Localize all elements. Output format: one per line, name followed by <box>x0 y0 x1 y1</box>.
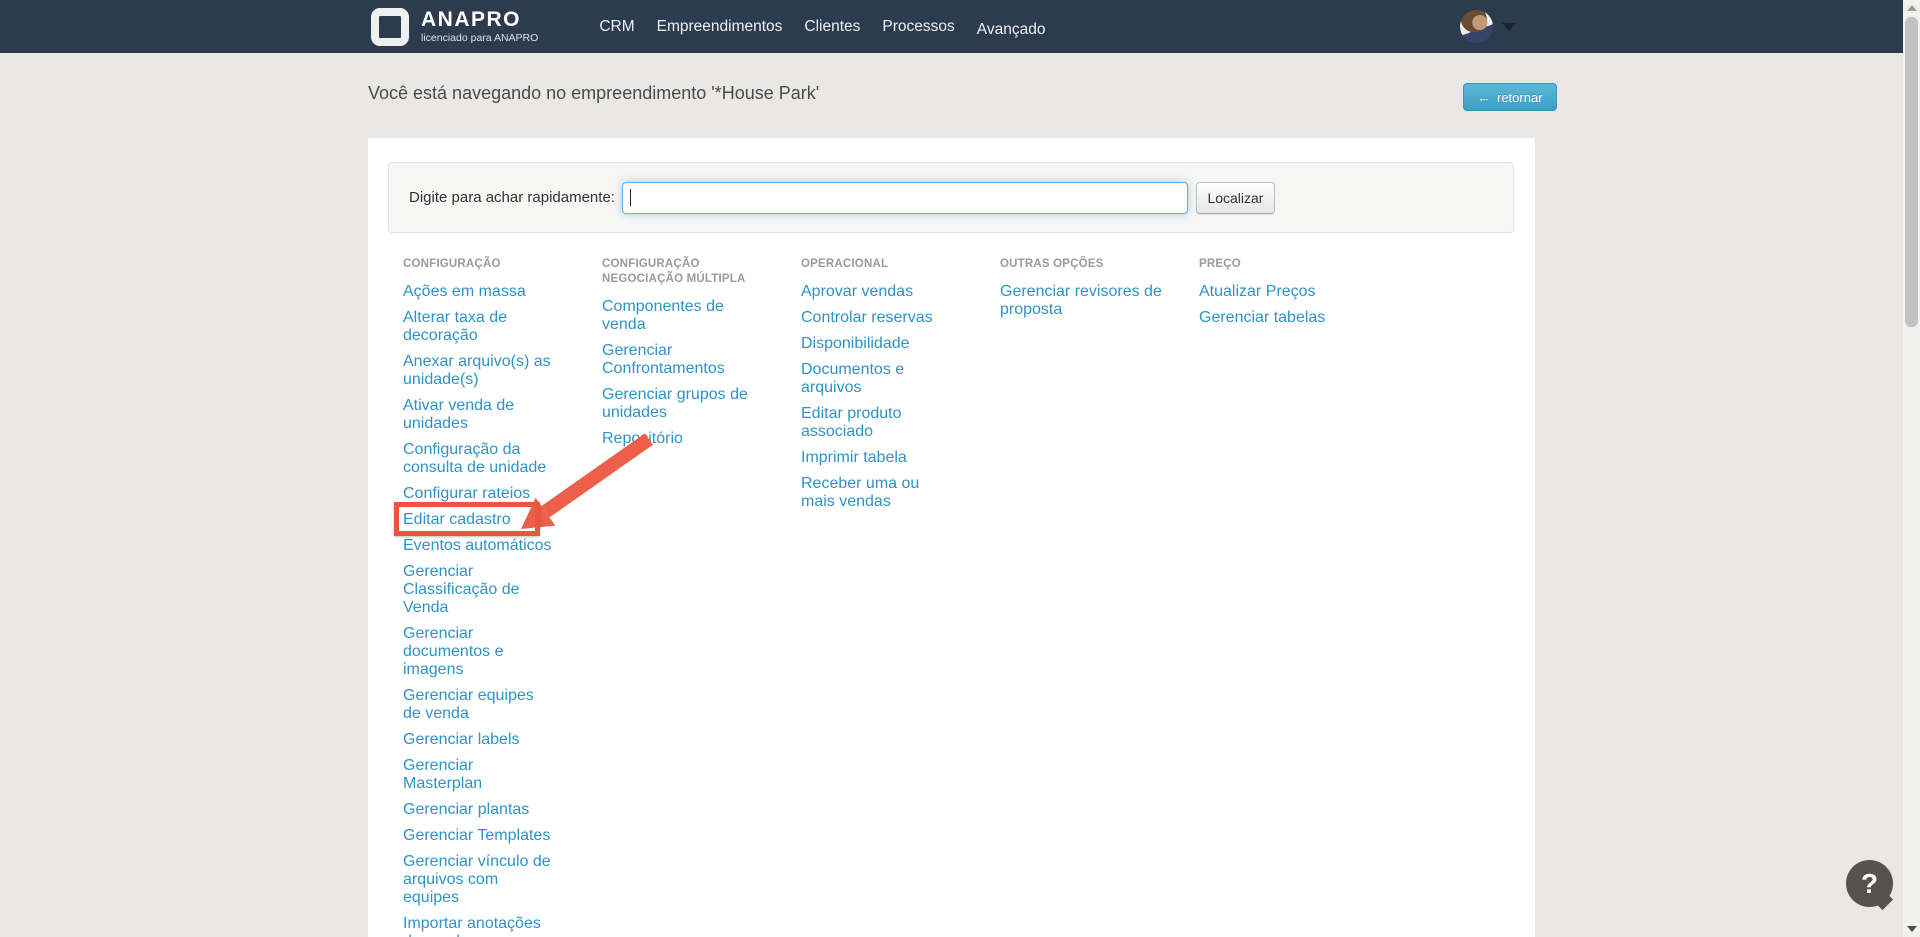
menu-link[interactable]: Receber uma ou mais vendas <box>801 475 946 511</box>
menu-link[interactable]: Gerenciar Confrontamentos <box>602 342 757 378</box>
menu-link[interactable]: Gerenciar Masterplan <box>403 757 553 793</box>
menu-link[interactable]: Configuração da consulta de unidade <box>403 441 553 477</box>
menu-link[interactable]: Anexar arquivo(s) as unidade(s) <box>403 353 553 389</box>
menu-link[interactable]: Gerenciar documentos e imagens <box>403 625 553 679</box>
menu-link[interactable]: Repositório <box>602 430 757 448</box>
menu-link[interactable]: Gerenciar labels <box>403 731 553 749</box>
text-cursor <box>630 189 631 206</box>
menu-link[interactable]: Gerenciar equipes de venda <box>403 687 553 723</box>
search-label: Digite para achar rapidamente: <box>409 189 615 206</box>
action-menu: CONFIGURAÇÃO Ações em massa Alterar taxa… <box>403 257 1535 937</box>
main-nav: CRM Empreendimentos Clientes Processos A… <box>588 18 1056 36</box>
subheader: Você está navegando no empreendimento '*… <box>0 53 1903 138</box>
nav-item[interactable]: Processos <box>871 18 965 36</box>
scrollbar-thumb[interactable] <box>1905 17 1918 327</box>
menu-link[interactable]: Imprimir tabela <box>801 449 946 467</box>
menu-link[interactable]: Editar produto associado <box>801 405 946 441</box>
quick-search-panel: Digite para achar rapidamente: Localizar <box>388 162 1514 233</box>
anapro-logo[interactable]: ANAPRO licenciado para ANAPRO <box>371 8 538 46</box>
menu-link[interactable]: Gerenciar revisores de proposta <box>1000 283 1165 319</box>
scrollbar-down-arrow-icon[interactable] <box>1907 926 1917 932</box>
menu-link[interactable]: Alterar taxa de decoração <box>403 309 553 345</box>
scrollbar-up-arrow-icon[interactable] <box>1907 5 1917 11</box>
menu-column-header: PREÇO <box>1199 257 1398 272</box>
menu-link[interactable]: Configurar rateios <box>403 485 553 503</box>
menu-column: OUTRAS OPÇÕES Gerenciar revisores de pro… <box>1000 257 1199 937</box>
menu-column: OPERACIONAL Aprovar vendas Controlar res… <box>801 257 1000 937</box>
menu-link[interactable]: Aprovar vendas <box>801 283 946 301</box>
menu-column: CONFIGURAÇÃO Ações em massa Alterar taxa… <box>403 257 602 937</box>
back-arrow-icon: ← <box>1477 89 1491 105</box>
user-menu[interactable] <box>1460 10 1516 43</box>
return-button[interactable]: ← retornar <box>1463 83 1557 111</box>
menu-column: CONFIGURAÇÃO NEGOCIAÇÃO MÚLTIPLA Compone… <box>602 257 801 937</box>
brand-name: ANAPRO <box>421 9 538 31</box>
menu-link[interactable]: Gerenciar tabelas <box>1199 309 1398 327</box>
menu-link[interactable]: Ações em massa <box>403 283 553 301</box>
menu-link[interactable]: Gerenciar vínculo de arquivos com equipe… <box>403 853 553 907</box>
menu-column: PREÇO Atualizar Preços Gerenciar tabelas <box>1199 257 1398 937</box>
page-title: Você está navegando no empreendimento '*… <box>368 83 819 104</box>
menu-link[interactable]: Gerenciar plantas <box>403 801 553 819</box>
help-icon: ? <box>1846 860 1893 907</box>
avatar[interactable] <box>1460 10 1493 43</box>
search-button[interactable]: Localizar <box>1196 182 1275 214</box>
menu-link[interactable]: Ativar venda de unidades <box>403 397 553 433</box>
return-button-label: retornar <box>1497 90 1543 105</box>
anapro-logo-icon <box>371 8 409 46</box>
menu-link[interactable]: Editar cadastro <box>403 511 553 529</box>
top-navbar: ANAPRO licenciado para ANAPRO CRM Empree… <box>0 0 1903 53</box>
menu-column-header: CONFIGURAÇÃO <box>403 257 553 272</box>
brand-tagline: licenciado para ANAPRO <box>421 32 538 44</box>
menu-link[interactable]: Gerenciar Classificação de Venda <box>403 563 553 617</box>
content-card: Digite para achar rapidamente: Localizar… <box>368 138 1535 937</box>
menu-link[interactable]: Documentos e arquivos <box>801 361 946 397</box>
nav-item[interactable]: Avançado <box>966 21 1057 39</box>
menu-link[interactable]: Controlar reservas <box>801 309 946 327</box>
nav-item[interactable]: CRM <box>588 18 645 36</box>
menu-link[interactable]: Eventos automáticos <box>403 537 553 555</box>
help-button[interactable]: ? <box>1846 860 1893 907</box>
nav-item[interactable]: Clientes <box>793 18 871 36</box>
menu-link[interactable]: Gerenciar Templates <box>403 827 553 845</box>
menu-link[interactable]: Componentes de venda <box>602 298 757 334</box>
chevron-down-icon[interactable] <box>1502 23 1516 31</box>
vertical-scrollbar[interactable] <box>1903 0 1920 937</box>
menu-link[interactable]: Gerenciar grupos de unidades <box>602 386 757 422</box>
menu-column-header: OUTRAS OPÇÕES <box>1000 257 1165 272</box>
search-input[interactable] <box>622 182 1188 214</box>
menu-column-header: OPERACIONAL <box>801 257 946 272</box>
menu-link[interactable]: Importar anotações de venda <box>403 915 553 937</box>
nav-item[interactable]: Empreendimentos <box>646 18 794 36</box>
menu-column-header: CONFIGURAÇÃO NEGOCIAÇÃO MÚLTIPLA <box>602 257 757 287</box>
menu-link[interactable]: Atualizar Preços <box>1199 283 1398 301</box>
menu-link[interactable]: Disponibilidade <box>801 335 946 353</box>
